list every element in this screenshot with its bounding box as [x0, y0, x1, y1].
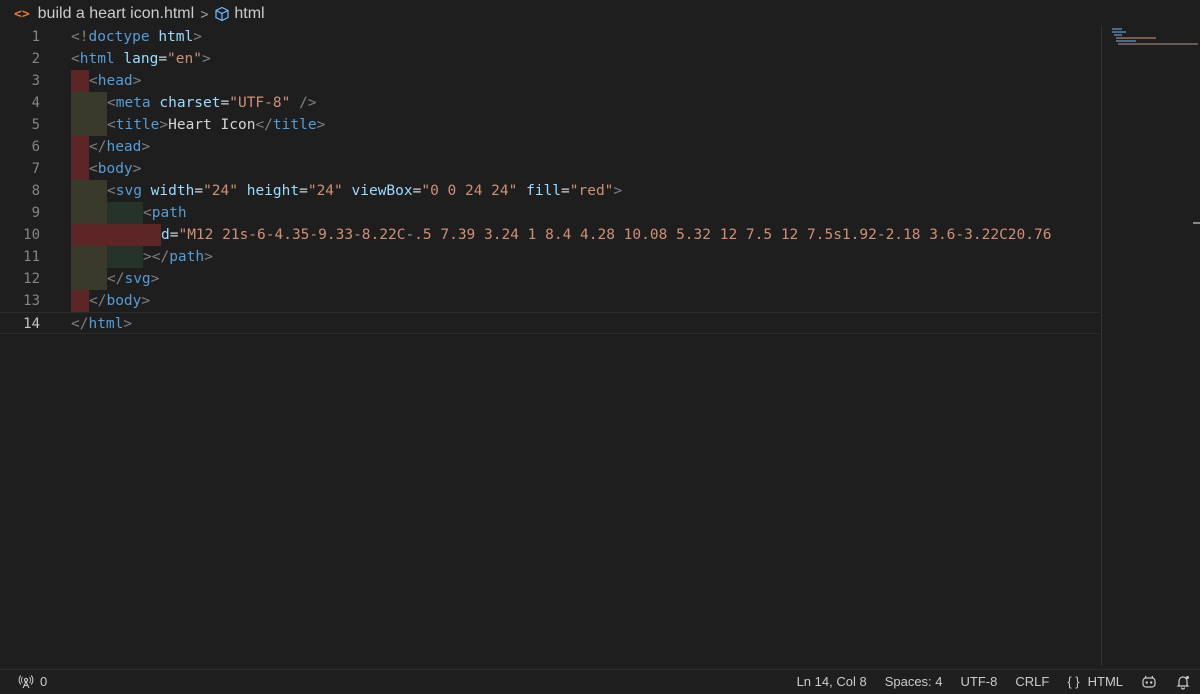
- code-text: <body>: [89, 161, 142, 177]
- code-line[interactable]: 13 </body>: [0, 290, 1100, 312]
- code-text: <html lang="en">: [71, 51, 211, 67]
- braces-icon: { }: [1067, 674, 1080, 689]
- code-line[interactable]: 12 </svg>: [0, 268, 1100, 290]
- encoding-setting[interactable]: UTF-8: [952, 674, 1007, 689]
- language-label: HTML: [1087, 674, 1123, 689]
- line-number: 13: [23, 293, 40, 309]
- code-text: <!doctype html>: [71, 29, 202, 45]
- broadcast-icon: [18, 674, 34, 690]
- code-line[interactable]: 6 </head>: [0, 136, 1100, 158]
- status-bar: 0 Ln 14, Col 8 Spaces: 4 UTF-8 CRLF { } …: [0, 669, 1200, 693]
- code-line[interactable]: 11 ></path>: [0, 246, 1100, 268]
- scrollbar-marker: [1193, 222, 1200, 224]
- line-number: 14: [23, 316, 40, 332]
- indent-guide: [71, 136, 89, 158]
- code-text: </svg>: [107, 271, 160, 287]
- language-mode[interactable]: { } HTML: [1058, 674, 1132, 689]
- code-text: <meta charset="UTF-8" />: [107, 95, 317, 111]
- ports-count: 0: [40, 674, 48, 689]
- line-number: 1: [31, 29, 40, 45]
- minimap-line: [1112, 31, 1126, 33]
- breadcrumb-separator: >: [200, 6, 209, 22]
- indent-guide: [107, 246, 143, 268]
- minimap-line: [1116, 40, 1136, 42]
- code-text: d="M12 21s-6-4.35-9.33-8.22C-.5 7.39 3.2…: [161, 227, 1052, 243]
- code-line[interactable]: 8 <svg width="24" height="24" viewBox="0…: [0, 180, 1100, 202]
- eol-setting[interactable]: CRLF: [1006, 674, 1058, 689]
- indent-guide: [71, 224, 161, 246]
- line-number: 9: [31, 205, 40, 221]
- code-line[interactable]: 10 d="M12 21s-6-4.35-9.33-8.22C-.5 7.39 …: [0, 224, 1100, 246]
- breadcrumb-symbol[interactable]: html: [234, 5, 264, 23]
- line-number: 10: [23, 227, 40, 243]
- minimap-line: [1112, 28, 1122, 30]
- code-line[interactable]: 9 <path: [0, 202, 1100, 224]
- indent-guide: [107, 202, 143, 224]
- code-line[interactable]: 2 <html lang="en">: [0, 48, 1100, 70]
- code-text: </html>: [71, 316, 133, 332]
- code-editor[interactable]: 1 <!doctype html> 2 <html lang="en"> 3 <…: [0, 26, 1100, 666]
- line-number: 4: [31, 95, 40, 111]
- code-line[interactable]: 7 <body>: [0, 158, 1100, 180]
- line-number: 3: [31, 73, 40, 89]
- code-text: <svg width="24" height="24" viewBox="0 0…: [107, 183, 623, 199]
- ports-status[interactable]: 0: [18, 674, 47, 690]
- code-text: ></path>: [143, 249, 213, 265]
- minimap[interactable]: [1101, 26, 1200, 666]
- code-line[interactable]: 3 <head>: [0, 70, 1100, 92]
- indent-guide: [71, 290, 89, 312]
- breadcrumb-file[interactable]: build a heart icon.html: [38, 5, 195, 23]
- code-line[interactable]: 5 <title>Heart Icon</title>: [0, 114, 1100, 136]
- code-line-current[interactable]: 14 </html>: [0, 312, 1100, 334]
- notifications-bell-icon[interactable]: [1166, 674, 1200, 690]
- indent-guide: [71, 268, 107, 290]
- code-text: </head>: [89, 139, 151, 155]
- code-text: </body>: [89, 293, 151, 309]
- indentation-setting[interactable]: Spaces: 4: [876, 674, 952, 689]
- symbol-cube-icon: [214, 6, 230, 22]
- cursor-position[interactable]: Ln 14, Col 8: [788, 674, 876, 689]
- copilot-icon[interactable]: [1132, 674, 1166, 690]
- minimap-line: [1114, 34, 1122, 36]
- line-number: 2: [31, 51, 40, 67]
- line-number: 6: [31, 139, 40, 155]
- minimap-line: [1116, 37, 1156, 39]
- indent-guide: [71, 202, 107, 224]
- minimap-line: [1118, 43, 1198, 45]
- line-number: 5: [31, 117, 40, 133]
- html-file-icon: <>: [14, 6, 30, 22]
- code-line[interactable]: 4 <meta charset="UTF-8" />: [0, 92, 1100, 114]
- line-number: 7: [31, 161, 40, 177]
- line-number: 11: [23, 249, 40, 265]
- breadcrumb: <> build a heart icon.html > html: [0, 0, 1100, 28]
- line-number: 12: [23, 271, 40, 287]
- indent-guide: [71, 246, 107, 268]
- line-number: 8: [31, 183, 40, 199]
- indent-guide: [71, 114, 107, 136]
- code-text: <title>Heart Icon</title>: [107, 117, 326, 133]
- indent-guide: [71, 70, 89, 92]
- code-text: <head>: [89, 73, 142, 89]
- indent-guide: [71, 180, 107, 202]
- code-line[interactable]: 1 <!doctype html>: [0, 26, 1100, 48]
- indent-guide: [71, 158, 89, 180]
- indent-guide: [71, 92, 107, 114]
- code-text: <path: [143, 205, 187, 221]
